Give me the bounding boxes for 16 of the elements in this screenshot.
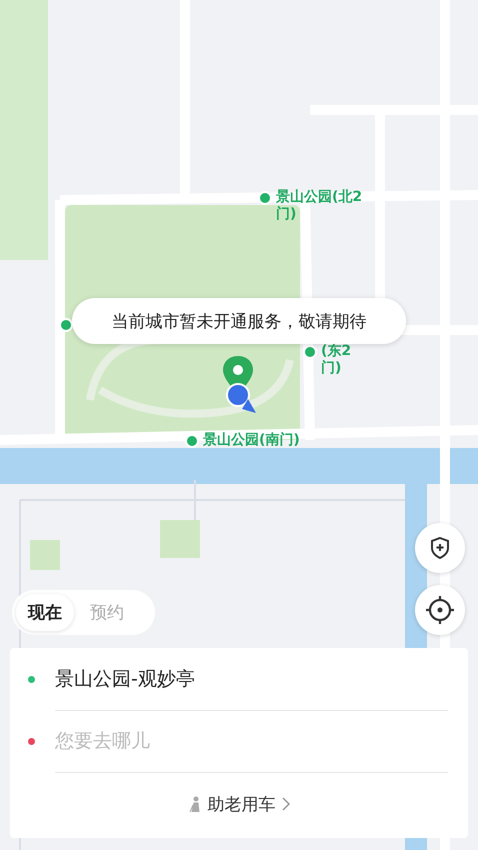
service-notice: 当前城市暂未开通服务，敬请期待 [72, 298, 406, 344]
shield-icon [428, 536, 452, 560]
current-location-icon [226, 383, 258, 415]
elder-service-link[interactable]: 助老用车 [208, 792, 276, 816]
pickup-point-label[interactable]: 景山公园(北2 门) [276, 189, 362, 223]
person-icon [188, 796, 202, 812]
mode-tab[interactable]: 现在 [16, 594, 74, 631]
origin-field[interactable]: 景山公园-观妙亭 [55, 666, 195, 692]
mode-tab[interactable]: 预约 [78, 594, 136, 631]
pickup-point-label[interactable]: 景山公园(南门) [203, 432, 300, 449]
origin-dot-icon [28, 676, 35, 682]
pickup-point-label[interactable]: (东2 门) [321, 343, 352, 377]
locate-icon [425, 595, 455, 625]
destination-dot-icon [28, 738, 35, 744]
chevron-right-icon [282, 797, 290, 811]
destination-field[interactable]: 您要去哪儿 [55, 728, 150, 754]
